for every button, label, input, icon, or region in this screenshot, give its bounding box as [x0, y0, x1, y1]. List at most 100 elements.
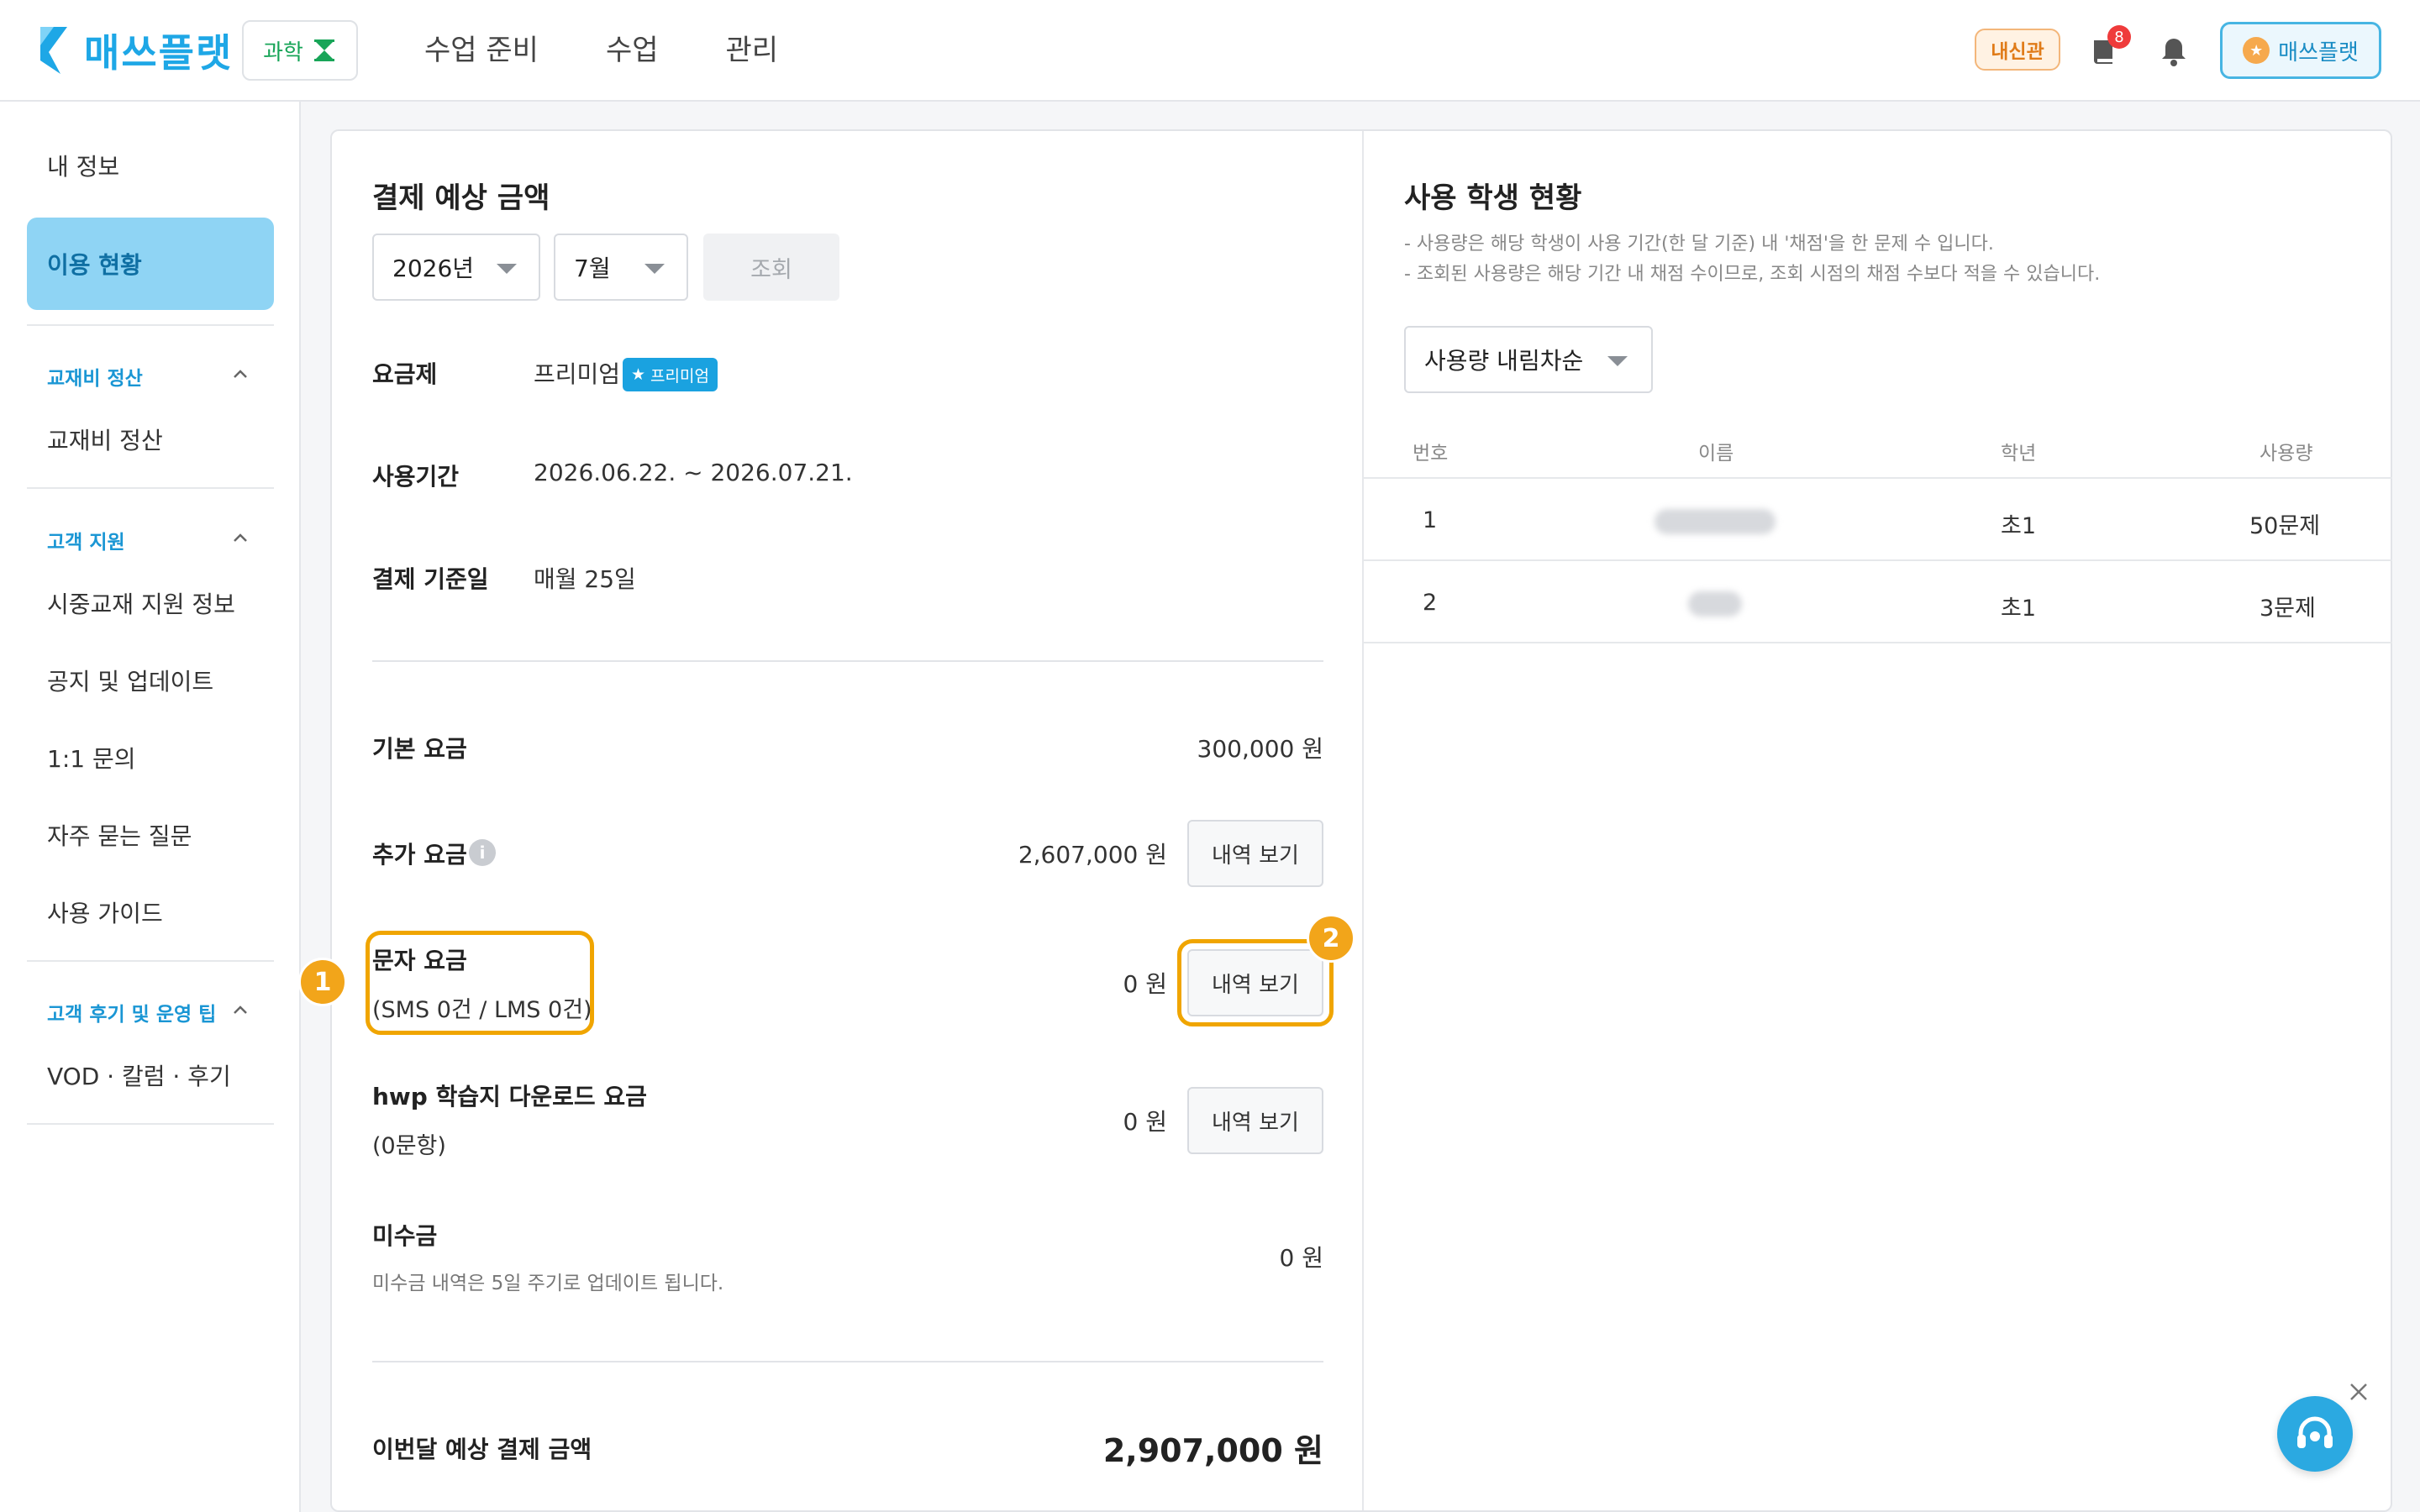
nav-lesson-prep[interactable]: 수업 준비 [424, 29, 539, 72]
subject-label: 과학 [263, 39, 303, 66]
sidebar-item-faq[interactable]: 자주 묻는 질문 [47, 818, 192, 852]
year-select[interactable]: 2026년 [372, 234, 540, 301]
nav-manage[interactable]: 관리 [726, 29, 779, 72]
sidebar-divider [27, 487, 274, 489]
column-header-no: 번호 [1413, 443, 1449, 465]
base-fee-amount: 300,000 원 [1197, 735, 1323, 763]
support-chat-button[interactable] [2277, 1396, 2353, 1472]
row-1-name-blurred [1655, 509, 1776, 534]
premium-tag: ★ 프리미엄 [623, 358, 718, 391]
year-value: 2026년 [392, 255, 475, 282]
sidebar-section-reviews[interactable]: 고객 후기 및 운영 팁 [47, 998, 216, 1026]
sort-select[interactable]: 사용량 내림차순 [1404, 326, 1653, 393]
main-card: 결제 예상 금액 2026년 7월 조회 요금제 프리미엄 ★ 프리미엄 사용기… [298, 129, 2392, 1512]
sidebar-item-inquiry[interactable]: 1:1 문의 [47, 741, 135, 774]
sidebar-section-customer-support[interactable]: 고객 지원 [47, 526, 125, 554]
sms-fee-detail-button[interactable]: 내역 보기 [1187, 949, 1323, 1016]
sidebar-item-usage-status[interactable]: 이용 현황 [27, 218, 274, 310]
star-icon: ★ [2243, 37, 2270, 64]
row-1-no: 1 [1423, 507, 1438, 533]
period-value: 2026.06.22. ~ 2026.07.21. [534, 459, 853, 486]
premium-tag-label: 프리미엄 [650, 366, 709, 386]
unpaid-note: 미수금 내역은 5일 주기로 업데이트 됩니다. [372, 1273, 724, 1294]
sms-fee-sub: (SMS 0건 / LMS 0건) [372, 997, 592, 1023]
unpaid-label: 미수금 [372, 1222, 438, 1250]
hwp-fee-detail-button[interactable]: 내역 보기 [1187, 1087, 1323, 1154]
extra-fee-label: 추가 요금 [372, 841, 467, 869]
table-divider [1364, 559, 2392, 561]
chevron-up-icon[interactable] [232, 369, 249, 379]
table-divider [1364, 642, 2392, 643]
main-nav: 수업 준비 수업 관리 [424, 29, 778, 72]
chevron-up-icon[interactable] [232, 533, 249, 543]
nav-lesson[interactable]: 수업 [606, 29, 659, 72]
column-header-grade: 학년 [2001, 443, 2037, 465]
row-1-grade: 초1 [2001, 513, 2037, 539]
plan-value: 프리미엄 [534, 360, 621, 388]
row-2-name-blurred [1688, 591, 1742, 617]
sms-fee-label: 문자 요금 [372, 947, 467, 974]
panel-divider [1362, 131, 1364, 1510]
row-2-usage: 3문제 [2260, 596, 2316, 622]
column-header-usage: 사용량 [2260, 443, 2313, 465]
caret-down-icon [497, 264, 517, 274]
row-2-grade: 초1 [2001, 596, 2037, 622]
month-select[interactable]: 7월 [554, 234, 688, 301]
extra-fee-detail-button[interactable]: 내역 보기 [1187, 820, 1323, 887]
profile-label: 매쓰플랫 [2278, 39, 2359, 66]
sidebar-item-my-info[interactable]: 내 정보 [47, 149, 119, 182]
row-2-no: 2 [1423, 590, 1438, 616]
sms-fee-amount: 0 원 [1123, 970, 1167, 998]
sidebar-divider [27, 324, 274, 326]
chevron-up-icon[interactable] [232, 1005, 249, 1015]
plan-label: 요금제 [372, 360, 438, 388]
sidebar-item-notice[interactable]: 공지 및 업데이트 [47, 664, 213, 697]
usage-note: - 사용량은 해당 학생이 사용 기간(한 달 기준) 내 '채점'을 한 문제… [1404, 234, 1994, 255]
payment-title: 결제 예상 금액 [372, 181, 550, 215]
bell-icon[interactable] [2160, 35, 2188, 67]
hwp-fee-label: hwp 학습지 다운로드 요금 [372, 1083, 647, 1110]
billing-day-label: 결제 기준일 [372, 565, 489, 593]
sidebar-item-vod[interactable]: VOD · 칼럼 · 후기 [47, 1058, 231, 1092]
period-label: 사용기간 [372, 463, 460, 491]
base-fee-label: 기본 요금 [372, 735, 467, 763]
hwp-fee-sub: (0문항) [372, 1133, 446, 1159]
sidebar-section-material-settlement[interactable]: 교재비 정산 [47, 362, 143, 391]
hwp-fee-amount: 0 원 [1123, 1108, 1167, 1136]
total-label: 이번달 예상 결제 금액 [372, 1436, 592, 1463]
month-value: 7월 [574, 255, 611, 282]
hourglass-icon [313, 39, 334, 61]
table-divider [1364, 477, 2392, 479]
logo[interactable]: 매쓰플랫 [37, 24, 233, 77]
query-button[interactable]: 조회 [703, 234, 839, 301]
subject-selector[interactable]: 과학 [242, 20, 358, 81]
headset-icon [2297, 1416, 2333, 1448]
top-header: 매쓰플랫 과학 수업 준비 수업 관리 내신관 8 ★ 매쓰플랫 [0, 0, 2420, 102]
logo-icon [40, 27, 67, 74]
sidebar: 내 정보 이용 현황 교재비 정산 교재비 정산 고객 지원 시중교재 지원 정… [0, 102, 301, 1512]
close-icon[interactable] [2346, 1379, 2371, 1404]
divider [372, 1361, 1323, 1362]
caret-down-icon [1607, 356, 1628, 366]
callout-2: 2 [1307, 914, 1355, 963]
usage-title: 사용 학생 현황 [1404, 181, 1582, 215]
sidebar-divider [27, 960, 274, 962]
sidebar-item-textbook-info[interactable]: 시중교재 지원 정보 [47, 586, 235, 620]
divider [372, 660, 1323, 662]
total-amount: 2,907,000 원 [1102, 1432, 1323, 1469]
info-icon[interactable]: i [469, 839, 496, 866]
profile-button[interactable]: ★ 매쓰플랫 [2220, 22, 2381, 79]
star-icon: ★ [631, 365, 646, 384]
caret-down-icon [644, 264, 665, 274]
book-count-badge: 8 [2107, 25, 2131, 49]
row-1-usage: 50문제 [2249, 513, 2321, 539]
sidebar-divider [27, 1123, 274, 1125]
logo-text: 매쓰플랫 [84, 30, 234, 76]
naeshin-badge[interactable]: 내신관 [1975, 29, 2060, 71]
billing-day-value: 매월 25일 [534, 565, 636, 593]
sort-value: 사용량 내림차순 [1424, 347, 1584, 375]
sidebar-item-material-settlement[interactable]: 교재비 정산 [47, 423, 163, 456]
column-header-name: 이름 [1698, 443, 1734, 465]
unpaid-amount: 0 원 [1279, 1244, 1323, 1272]
sidebar-item-guide[interactable]: 사용 가이드 [47, 895, 163, 929]
